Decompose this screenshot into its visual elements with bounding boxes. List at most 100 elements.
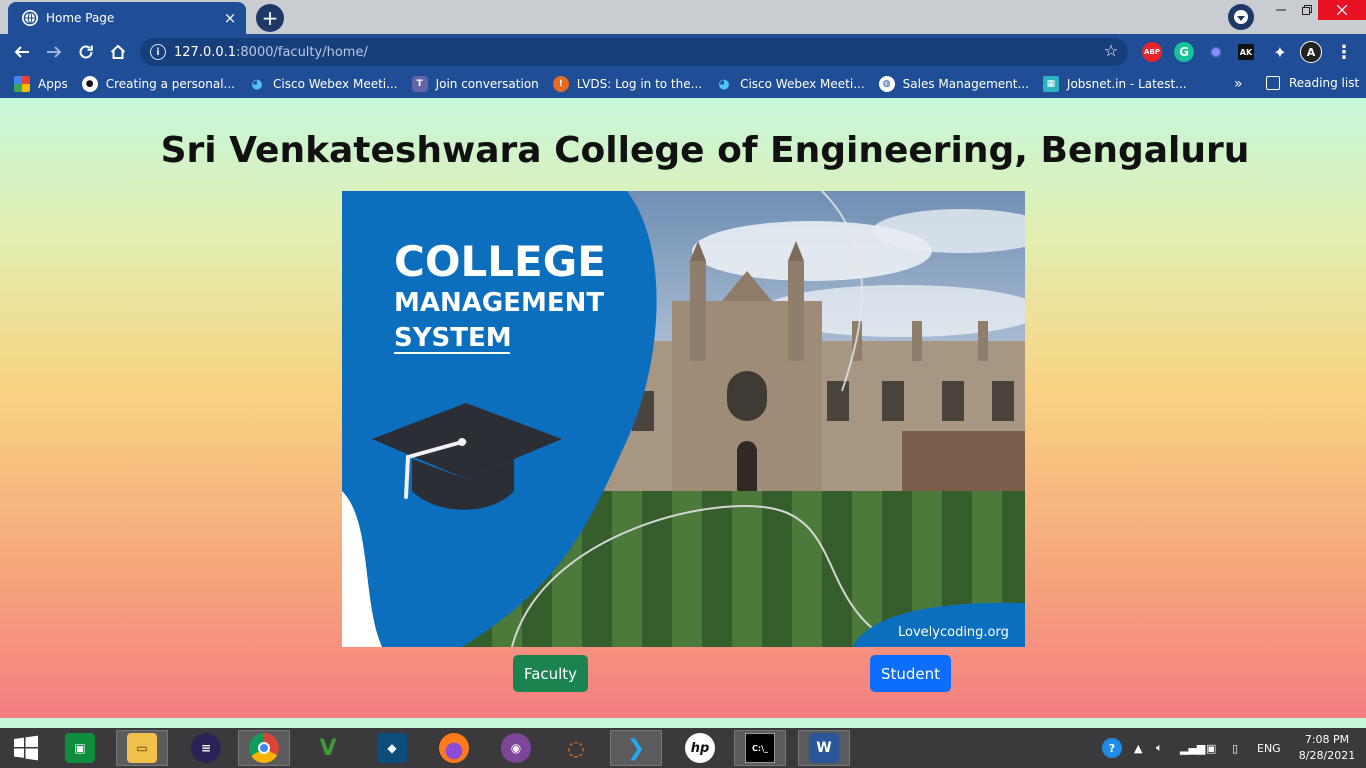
home-icon — [110, 44, 126, 59]
vscode-icon: ❯ — [626, 735, 646, 761]
word-icon: W — [809, 733, 839, 763]
reload-button[interactable] — [74, 40, 98, 64]
taskbar-mysql[interactable]: ◆ — [366, 730, 418, 766]
arrow-left-icon — [14, 46, 29, 58]
github-icon: ● — [81, 76, 98, 92]
student-button[interactable]: Student — [870, 655, 951, 692]
tray-chevron-up-icon[interactable]: ▲ — [1134, 728, 1142, 768]
bookmark-item[interactable]: ▦ Jobsnet.in - Latest... — [1042, 76, 1187, 92]
windows-taskbar: ▣ ▭ ≡ V ◆ ◉ ◌ ❯ hp C:\_ W ? ▲ 🔈︎ ▂▄▆ ▣ ▯… — [0, 728, 1366, 768]
adblock-plus-icon[interactable]: ABP — [1142, 42, 1162, 62]
apps-grid-icon — [14, 76, 30, 92]
hero-title-line3: SYSTEM — [394, 323, 512, 353]
tab-title: Home Page — [46, 11, 115, 25]
vim-icon: V — [319, 735, 337, 761]
taskbar-jupyter[interactable]: ◌ — [550, 730, 602, 766]
clock-date: 8/28/2021 — [1298, 749, 1356, 762]
bookmark-item[interactable]: ◕ Cisco Webex Meeti... — [249, 76, 398, 92]
new-tab-button[interactable]: + — [256, 4, 284, 32]
reading-list-icon — [1266, 76, 1280, 90]
bookmark-item[interactable]: ! LVDS: Log in to the... — [552, 76, 703, 92]
bookmark-label: Creating a personal... — [105, 77, 235, 91]
arrow-right-icon — [47, 46, 62, 58]
webex-icon: ◕ — [251, 76, 263, 92]
taskbar-tor[interactable]: ◉ — [490, 730, 542, 766]
volume-icon[interactable]: 🔈︎ — [1156, 728, 1163, 768]
bookmarks-bar: Apps ● Creating a personal... ◕ Cisco We… — [0, 70, 1366, 98]
bookmark-item[interactable]: ◕ Cisco Webex Meeti... — [716, 76, 864, 92]
wifi-icon[interactable]: ▂▄▆ — [1180, 728, 1205, 768]
bookmark-item[interactable]: ◍ Sales Management... — [878, 76, 1029, 92]
url-host: 127.0.0.1 — [174, 44, 237, 60]
taskbar-file-explorer[interactable]: ▭ — [116, 730, 168, 766]
mysql-workbench-icon: ◆ — [377, 733, 407, 763]
webex-icon: ◕ — [718, 76, 730, 92]
taskbar-vscode[interactable]: ❯ — [610, 730, 662, 766]
network-error-icon[interactable]: ▣ — [1206, 728, 1216, 768]
restore-icon — [1302, 5, 1312, 15]
home-button[interactable] — [106, 40, 130, 64]
taskbar-clock[interactable]: 7:08 PM 8/28/2021 — [1296, 732, 1358, 764]
jobsnet-icon: ▦ — [1042, 76, 1059, 92]
bookmark-item[interactable]: T Join conversation — [411, 76, 539, 92]
browser-toolbar: i 127.0.0.1:8000/faculty/home/ ☆ ABP G ✹… — [0, 34, 1366, 70]
taskbar-cmd[interactable]: C:\_ — [734, 730, 786, 766]
language-indicator[interactable]: ENG — [1257, 728, 1281, 768]
hero-title-line2: MANAGEMENT — [394, 288, 604, 318]
tab-search-button[interactable] — [1228, 4, 1254, 30]
faculty-button[interactable]: Faculty — [513, 655, 588, 692]
taskbar-hp[interactable]: hp — [674, 730, 726, 766]
url-path: :8000/faculty/home/ — [236, 44, 368, 60]
page-bottom-strip — [0, 718, 1366, 728]
bookmarks-overflow-button[interactable]: » — [1234, 76, 1243, 92]
bookmark-label: Apps — [38, 77, 68, 91]
page-title: Sri Venkateshwara College of Engineering… — [160, 130, 1250, 171]
tor-icon: ◉ — [501, 733, 531, 763]
bookmark-label: LVDS: Log in to the... — [576, 77, 703, 91]
taskbar-chrome[interactable] — [238, 730, 290, 766]
info-icon[interactable]: i — [150, 44, 166, 60]
taskbar-store[interactable]: ▣ — [54, 730, 106, 766]
windows-logo-icon — [14, 735, 38, 761]
taskbar-vim[interactable]: V — [302, 730, 354, 766]
battery-icon[interactable]: ▯ — [1232, 728, 1238, 768]
close-icon — [1337, 5, 1347, 15]
start-button[interactable] — [0, 730, 52, 766]
address-bar[interactable]: i 127.0.0.1:8000/faculty/home/ ☆ — [140, 38, 1128, 66]
profile-avatar[interactable]: A — [1300, 41, 1322, 63]
eclipse-icon: ≡ — [191, 733, 221, 763]
bookmark-label: Join conversation — [435, 77, 539, 91]
tab-close-icon[interactable]: × — [220, 8, 240, 28]
help-icon[interactable]: ? — [1102, 728, 1122, 768]
hero-watermark: Lovelycoding.org — [898, 625, 1009, 640]
forward-button[interactable] — [42, 40, 66, 64]
globe-icon: ◍ — [878, 76, 895, 92]
bookmark-apps[interactable]: Apps — [14, 76, 68, 92]
page-content: Sri Venkateshwara College of Engineering… — [0, 98, 1366, 728]
bookmark-star-icon[interactable]: ☆ — [1102, 42, 1120, 60]
bookmark-label: Jobsnet.in - Latest... — [1066, 77, 1187, 91]
teams-icon: T — [411, 76, 428, 92]
chrome-icon — [249, 733, 279, 763]
grammarly-icon[interactable]: G — [1174, 42, 1194, 62]
reading-list-label: Reading list — [1289, 76, 1360, 90]
jupyter-icon: ◌ — [567, 736, 585, 760]
ak-extension-icon[interactable]: AK — [1238, 44, 1254, 60]
chevron-down-icon — [1234, 10, 1248, 24]
taskbar-firefox[interactable] — [428, 730, 480, 766]
taskbar-word[interactable]: W — [798, 730, 850, 766]
hero-title-line1: COLLEGE — [394, 237, 606, 286]
back-button[interactable] — [10, 40, 34, 64]
store-icon: ▣ — [65, 733, 95, 763]
extension-gear-icon[interactable]: ✹ — [1206, 42, 1226, 62]
close-window-button[interactable] — [1318, 0, 1366, 20]
tab-home-page[interactable]: Home Page × — [8, 2, 246, 34]
extensions-puzzle-icon[interactable]: ✦ — [1270, 42, 1290, 62]
more-menu-icon[interactable]: ⋮ — [1334, 42, 1354, 63]
terminal-icon: C:\_ — [745, 733, 775, 763]
bookmark-label: Cisco Webex Meeti... — [273, 77, 398, 91]
taskbar-eclipse[interactable]: ≡ — [180, 730, 232, 766]
reading-list-button[interactable]: Reading list — [1266, 76, 1359, 90]
bookmark-item[interactable]: ● Creating a personal... — [81, 76, 235, 92]
folder-icon: ▭ — [127, 733, 157, 763]
